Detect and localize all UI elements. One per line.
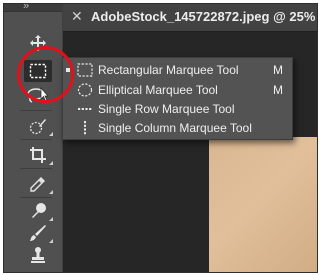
- healing-brush-tool-button[interactable]: [24, 200, 52, 222]
- crop-icon: [30, 147, 46, 163]
- elliptical-marquee-icon: [77, 83, 93, 97]
- clone-stamp-tool-button[interactable]: [24, 244, 52, 266]
- collapse-arrows-icon[interactable]: »: [23, 4, 29, 12]
- tool-group-indicator: [49, 161, 53, 165]
- tools-panel: »: [4, 4, 63, 272]
- flyout-item-label: Rectangular Marquee Tool: [98, 63, 239, 77]
- photoshop-window: » ✕ AdobeStock_145722872.jpeg @ 25% Rect…: [3, 3, 318, 273]
- flyout-item-shortcut: M: [273, 63, 283, 77]
- single-row-marquee-icon: [78, 108, 92, 110]
- document-tab-bar: ✕ AdobeStock_145722872.jpeg @ 25%: [63, 4, 317, 32]
- flyout-item-label: Elliptical Marquee Tool: [98, 83, 218, 97]
- document-title: AdobeStock_145722872.jpeg @ 25%: [91, 9, 316, 24]
- tool-group-indicator: [49, 132, 53, 136]
- flyout-item-rectangular-marquee[interactable]: Rectangular Marquee Tool M: [63, 61, 292, 81]
- clone-stamp-icon: [31, 247, 45, 263]
- tool-separator: [20, 168, 52, 169]
- crop-tool-button[interactable]: [24, 144, 52, 166]
- tool-separator: [20, 139, 52, 140]
- document-image: [209, 137, 317, 272]
- quick-selection-icon: [29, 119, 46, 135]
- tool-separator: [20, 110, 52, 111]
- flyout-item-single-row-marquee[interactable]: Single Row Marquee Tool: [63, 100, 292, 120]
- tool-group-indicator: [49, 217, 53, 221]
- tool-group-indicator: [49, 239, 53, 243]
- single-column-marquee-icon: [84, 121, 86, 135]
- tool-group-indicator: [49, 190, 53, 194]
- brush-tool-button[interactable]: [24, 222, 52, 244]
- highlight-circle-annotation: [17, 46, 74, 103]
- brush-icon: [30, 225, 46, 241]
- document-tab[interactable]: ✕ AdobeStock_145722872.jpeg @ 25%: [63, 4, 317, 32]
- quick-selection-tool-button[interactable]: [24, 115, 52, 137]
- rectangular-marquee-icon: [77, 63, 93, 77]
- eyedropper-tool-button[interactable]: [24, 173, 52, 195]
- healing-brush-icon: [32, 203, 46, 218]
- close-tab-icon[interactable]: ✕: [71, 8, 83, 25]
- flyout-item-single-column-marquee[interactable]: Single Column Marquee Tool: [63, 119, 292, 139]
- panel-collapse-bar[interactable]: »: [4, 4, 62, 12]
- flyout-item-label: Single Column Marquee Tool: [98, 121, 252, 135]
- eyedropper-icon: [30, 177, 45, 192]
- flyout-item-label: Single Row Marquee Tool: [98, 102, 235, 116]
- flyout-item-elliptical-marquee[interactable]: Elliptical Marquee Tool M: [63, 81, 292, 101]
- flyout-item-shortcut: M: [273, 83, 283, 97]
- tool-separator: [20, 197, 52, 198]
- marquee-tools-flyout: Rectangular Marquee Tool M Elliptical Ma…: [62, 57, 293, 140]
